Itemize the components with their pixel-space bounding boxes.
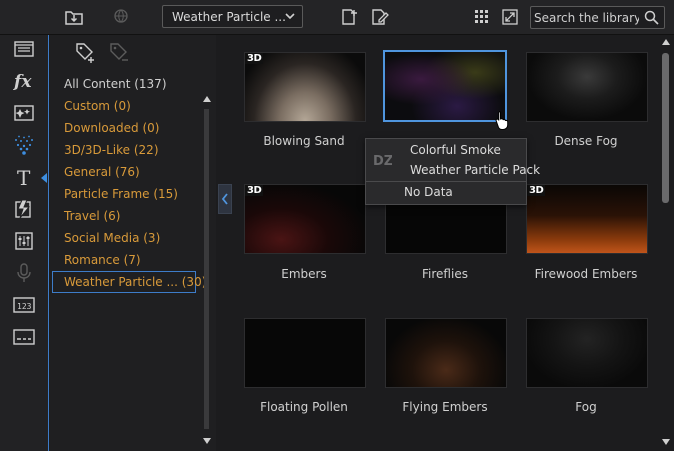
chapter-room-icon[interactable]: 123 xyxy=(11,293,37,317)
library-tile[interactable] xyxy=(526,318,648,388)
subtitle-room-icon[interactable] xyxy=(11,325,37,349)
collapse-panel-button[interactable] xyxy=(218,184,232,214)
tile-label: Embers xyxy=(281,267,327,281)
clip-info-tooltip: DZ Colorful Smoke Weather Particle Pack … xyxy=(365,138,540,205)
add-tag-icon[interactable] xyxy=(74,41,98,68)
dz-icon: DZ xyxy=(373,154,392,169)
scroll-up-icon[interactable] xyxy=(661,38,671,46)
library-tile[interactable] xyxy=(244,318,366,388)
divider xyxy=(366,181,526,182)
category-panel: All Content (137) Custom (0) Downloaded … xyxy=(50,35,216,451)
expand-icon[interactable] xyxy=(498,5,522,29)
thumbnail xyxy=(526,318,648,388)
tile-label: Fireflies xyxy=(422,267,468,281)
library-scrollbar[interactable] xyxy=(660,35,672,451)
scroll-up-icon[interactable] xyxy=(202,95,212,103)
category-item[interactable]: 3D/3D-Like (22) xyxy=(50,139,200,161)
scroll-down-icon[interactable] xyxy=(202,437,212,445)
library-tile[interactable]: 3D xyxy=(244,184,366,254)
thumbnail xyxy=(526,52,648,122)
scroll-thumb[interactable] xyxy=(662,53,669,203)
search-input[interactable] xyxy=(534,9,639,26)
svg-text:123: 123 xyxy=(17,302,32,311)
transition-room-icon[interactable] xyxy=(11,197,37,221)
audio-mixing-icon[interactable] xyxy=(11,229,37,253)
pip-room-icon[interactable] xyxy=(11,101,37,125)
category-item[interactable]: Particle Frame (15) xyxy=(50,183,200,205)
library-tile[interactable]: 3D xyxy=(526,184,648,254)
svg-text:fx: fx xyxy=(13,72,32,91)
library-tile[interactable]: 3D xyxy=(244,52,366,122)
top-toolbar: Weather Particle ... xyxy=(0,0,674,35)
new-folder-icon[interactable] xyxy=(338,5,362,29)
thumbnail xyxy=(383,50,507,122)
tile-label: Floating Pollen xyxy=(260,400,348,414)
content-pack-dropdown[interactable]: Weather Particle ... xyxy=(162,5,303,28)
3d-badge: 3D xyxy=(245,185,264,196)
scroll-down-icon[interactable] xyxy=(661,438,671,446)
category-item[interactable]: Custom (0) xyxy=(50,95,200,117)
dropdown-value: Weather Particle ... xyxy=(172,10,286,24)
category-item[interactable]: General (76) xyxy=(50,161,200,183)
category-scrollbar[interactable] xyxy=(202,93,212,449)
import-icon[interactable] xyxy=(62,5,86,29)
particle-room-icon[interactable] xyxy=(11,133,37,157)
tile-label: Blowing Sand xyxy=(263,134,345,148)
tile-label: Firewood Embers xyxy=(534,267,638,281)
category-item[interactable]: Social Media (3) xyxy=(50,227,200,249)
thumbnail xyxy=(244,318,366,388)
svg-text:T: T xyxy=(17,167,31,187)
category-item[interactable]: All Content (137) xyxy=(50,73,200,95)
tooltip-pack: Weather Particle Pack xyxy=(410,163,541,177)
tooltip-title: Colorful Smoke xyxy=(410,143,501,157)
category-item[interactable]: Romance (7) xyxy=(50,249,200,271)
tooltip-status: No Data xyxy=(404,185,453,199)
library-tile-selected[interactable] xyxy=(383,50,507,122)
remove-tag-icon[interactable] xyxy=(108,41,132,68)
search-icon[interactable] xyxy=(644,10,659,28)
room-sidebar: fx T 123 xyxy=(0,35,49,451)
category-item[interactable]: Travel (6) xyxy=(50,205,200,227)
title-room-icon[interactable]: T xyxy=(11,165,37,189)
thumbnail xyxy=(385,318,507,388)
chevron-down-icon xyxy=(284,10,296,25)
fx-room-icon[interactable]: fx xyxy=(11,69,37,93)
svg-text:DZ: DZ xyxy=(373,154,392,169)
tile-label: Dense Fog xyxy=(554,134,618,148)
active-room-indicator xyxy=(41,173,47,183)
voice-over-icon[interactable] xyxy=(11,261,37,285)
library-tile[interactable] xyxy=(526,52,648,122)
search-box[interactable] xyxy=(530,6,665,29)
category-item-selected[interactable]: Weather Particle ... (30) xyxy=(52,271,206,293)
grid-view-icon[interactable] xyxy=(470,5,494,29)
edit-icon[interactable] xyxy=(368,5,392,29)
hand-cursor-icon xyxy=(495,111,509,130)
tile-label: Flying Embers xyxy=(402,400,488,414)
3d-badge: 3D xyxy=(527,185,546,196)
tile-label: Fog xyxy=(575,400,597,414)
library-grid: 3D Blowing Sand Dense Fog 3D Embers Fire… xyxy=(232,35,674,451)
3d-badge: 3D xyxy=(245,53,264,64)
scroll-track[interactable] xyxy=(204,109,209,429)
library-tile[interactable] xyxy=(385,318,507,388)
media-room-icon[interactable] xyxy=(11,37,37,61)
category-list: All Content (137) Custom (0) Downloaded … xyxy=(50,73,206,293)
download-globe-icon[interactable] xyxy=(110,5,134,29)
chevron-left-icon xyxy=(221,193,228,205)
category-item[interactable]: Downloaded (0) xyxy=(50,117,200,139)
